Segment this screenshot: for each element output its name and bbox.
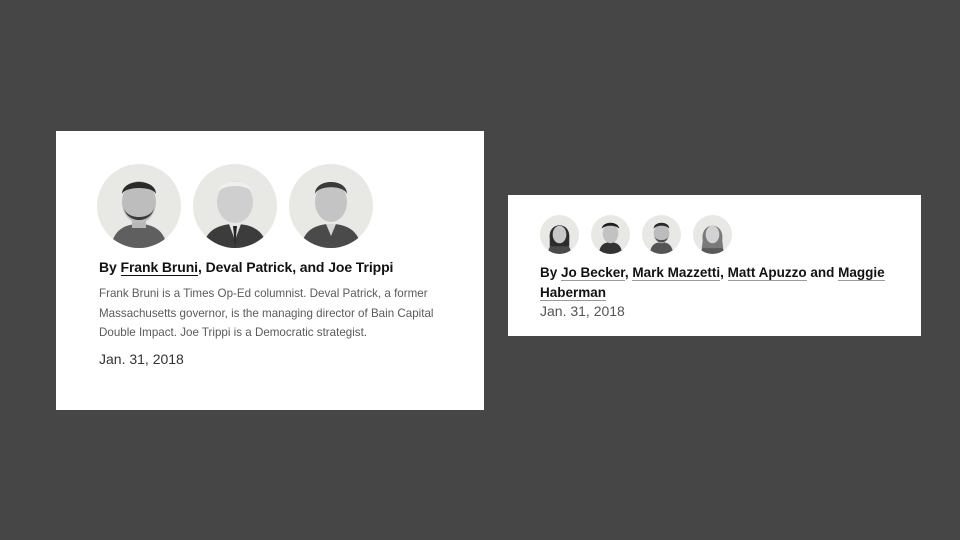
author-portrait-icon — [203, 181, 267, 248]
avatar-jo-becker[interactable] — [540, 215, 579, 254]
author-portrait-icon — [547, 225, 572, 254]
author-avatars — [540, 215, 732, 254]
publish-date: Jan. 31, 2018 — [99, 351, 184, 367]
author-avatars — [97, 164, 373, 248]
author-card-news: By Jo Becker, Mark Mazzetti, Matt Apuzzo… — [508, 195, 921, 336]
author-link-deval-patrick[interactable]: Deval Patrick — [206, 259, 293, 275]
author-portrait-icon — [700, 225, 725, 254]
byline-prefix: By — [99, 259, 121, 275]
publish-date: Jan. 31, 2018 — [540, 303, 625, 319]
author-portrait-icon — [649, 222, 674, 254]
author-bio: Frank Bruni is a Times Op-Ed columnist. … — [99, 287, 434, 339]
avatar-mark-mazzetti[interactable] — [591, 215, 630, 254]
avatar-frank-bruni[interactable] — [97, 164, 181, 248]
byline-prefix: By — [540, 265, 562, 280]
byline-separator: , — [720, 265, 728, 280]
author-portrait-icon — [111, 181, 167, 248]
byline-separator: , — [197, 259, 206, 275]
avatar-maggie-haberman[interactable] — [693, 215, 732, 254]
author-link-matt-apuzzo[interactable]: Matt Apuzzo — [727, 265, 807, 281]
author-link-mark-mazzetti[interactable]: Mark Mazzetti — [632, 265, 721, 281]
author-portrait-icon — [598, 222, 623, 254]
byline: By Jo Becker, Mark Mazzetti, Matt Apuzzo… — [540, 263, 890, 303]
avatar-deval-patrick[interactable] — [193, 164, 277, 248]
author-link-jo-becker[interactable]: Jo Becker — [561, 265, 625, 281]
byline-separator: , and — [292, 259, 329, 275]
author-link-frank-bruni[interactable]: Frank Bruni — [120, 259, 198, 276]
byline: By Frank Bruni, Deval Patrick, and Joe T… — [99, 259, 393, 276]
author-card-opinion: By Frank Bruni, Deval Patrick, and Joe T… — [56, 131, 484, 410]
avatar-joe-trippi[interactable] — [289, 164, 373, 248]
avatar-matt-apuzzo[interactable] — [642, 215, 681, 254]
author-portrait-icon — [301, 182, 361, 248]
byline-separator: and — [806, 265, 839, 280]
author-link-joe-trippi[interactable]: Joe Trippi — [328, 259, 393, 275]
